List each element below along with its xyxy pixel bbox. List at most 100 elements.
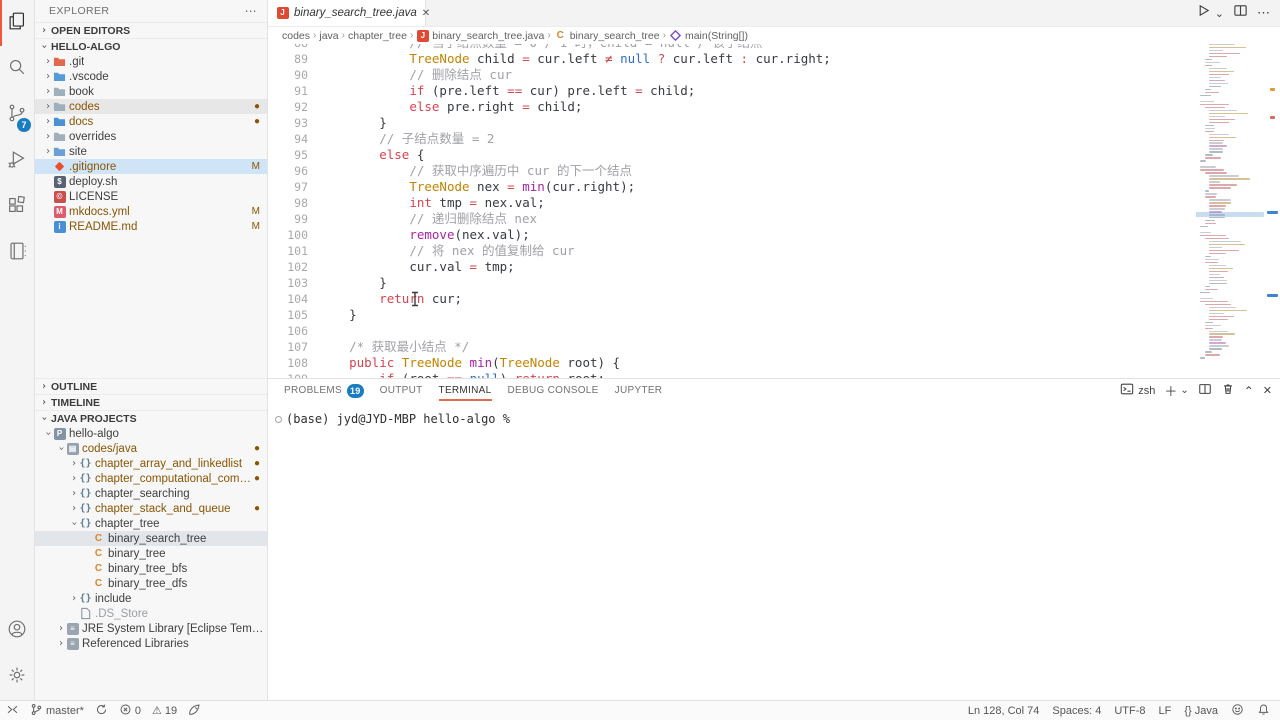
minimap-line bbox=[1209, 116, 1225, 117]
close-icon[interactable]: ✕ bbox=[422, 8, 430, 19]
chevron-right-icon: › bbox=[43, 146, 53, 157]
file-README.md[interactable]: iREADME.mdM bbox=[35, 219, 267, 234]
overview-ruler[interactable] bbox=[1264, 0, 1280, 378]
minimap-line bbox=[1205, 322, 1214, 323]
section-timeline[interactable]: ›TIMELINE bbox=[35, 394, 267, 410]
kill-terminal-icon[interactable] bbox=[1221, 382, 1235, 399]
tab-title: binary_search_tree.java bbox=[294, 7, 417, 19]
section-outline[interactable]: ›OUTLINE bbox=[35, 378, 267, 394]
java-launch[interactable] bbox=[188, 701, 201, 720]
java-hello-algo[interactable]: ›Phello-algo bbox=[35, 426, 267, 441]
encoding[interactable]: UTF-8 bbox=[1114, 701, 1145, 720]
terminal-dropdown-icon[interactable]: ⌄ bbox=[1180, 385, 1188, 396]
close-panel-icon[interactable]: ✕ bbox=[1263, 384, 1272, 397]
line-number: 95 bbox=[268, 147, 308, 163]
vscode-window: 7 EXPLORER ⋯ › OPEN EDITORS › HELLO-ALGO… bbox=[0, 0, 1280, 720]
terminal-shell-selector[interactable]: zsh bbox=[1120, 382, 1155, 399]
activity-source-control[interactable]: 7 bbox=[0, 92, 34, 138]
panel-tab-problems[interactable]: PROBLEMS19 bbox=[284, 379, 364, 402]
minimap-line bbox=[1209, 86, 1221, 87]
java-binary_search_tree[interactable]: Cbinary_search_tree bbox=[35, 531, 267, 546]
java-chapter_computational_complexity[interactable]: ›{}chapter_computational_complexity● bbox=[35, 471, 267, 486]
open-editors-section[interactable]: › OPEN EDITORS bbox=[35, 22, 267, 38]
tab-binary-search-tree-java[interactable]: J binary_search_tree.java ✕ bbox=[268, 0, 426, 26]
language-mode[interactable]: {} Java bbox=[1184, 701, 1218, 720]
java-chapter_searching[interactable]: ›{}chapter_searching bbox=[35, 486, 267, 501]
code-editor[interactable]: 88 // 当子结点数量 = 0 / 1 时，child = null / 该子… bbox=[268, 44, 1194, 378]
run-dropdown-icon[interactable]: ⌄ bbox=[1215, 7, 1224, 20]
java-binary_tree_bfs[interactable]: Cbinary_tree_bfs bbox=[35, 561, 267, 576]
breadcrumb-item-binary_search_tree.java[interactable]: Jbinary_search_tree.java bbox=[416, 29, 544, 42]
java-include[interactable]: ›{}include bbox=[35, 591, 267, 606]
java-chapter_stack_and_queue[interactable]: ›{}chapter_stack_and_queue● bbox=[35, 501, 267, 516]
minimap-line bbox=[1205, 154, 1214, 155]
java-binary_tree_dfs[interactable]: Cbinary_tree_dfs bbox=[35, 576, 267, 591]
file-.gitignore[interactable]: .gitignoreM bbox=[35, 159, 267, 174]
panel-tab-output[interactable]: OUTPUT bbox=[380, 379, 423, 402]
remote-indicator[interactable] bbox=[6, 701, 19, 720]
sync-status[interactable] bbox=[95, 701, 108, 720]
section-java-projects[interactable]: ›JAVA PROJECTS bbox=[35, 410, 267, 426]
feedback[interactable] bbox=[1231, 701, 1244, 720]
activity-account[interactable] bbox=[0, 608, 34, 654]
problems-errors[interactable]: 0 bbox=[119, 701, 141, 720]
breadcrumb-item-codes[interactable]: codes bbox=[282, 30, 310, 42]
java-Referenced-Libraries[interactable]: ›≡Referenced Libraries bbox=[35, 636, 267, 651]
terminal-icon bbox=[1120, 382, 1134, 399]
file-docs[interactable]: ›docs● bbox=[35, 114, 267, 129]
file-.vscode[interactable]: ›.vscode bbox=[35, 69, 267, 84]
file-book[interactable]: ›book bbox=[35, 84, 267, 99]
java-.DS_Store[interactable]: .DS_Store bbox=[35, 606, 267, 621]
file-overrides[interactable]: ›overrides bbox=[35, 129, 267, 144]
branch-status[interactable]: master* bbox=[30, 701, 84, 720]
panel-tab-terminal[interactable]: TERMINAL bbox=[439, 379, 492, 402]
breadcrumb-item-chapter_tree[interactable]: chapter_tree bbox=[348, 30, 407, 42]
minimap[interactable] bbox=[1196, 44, 1264, 374]
panel-tab-jupyter[interactable]: JUPYTER bbox=[615, 379, 663, 402]
new-terminal-icon[interactable]: ＋ bbox=[1164, 381, 1177, 400]
braces-icon: {} bbox=[79, 457, 92, 470]
workspace-root-section[interactable]: › HELLO-ALGO bbox=[35, 38, 267, 54]
maximize-panel-icon[interactable]: ⌃ bbox=[1244, 384, 1254, 398]
chevron-right-icon: › bbox=[56, 638, 66, 649]
line-number: 94 bbox=[268, 131, 308, 147]
breadcrumb-item-java[interactable]: java bbox=[319, 30, 338, 42]
java-chapter_tree[interactable]: ›{}chapter_tree bbox=[35, 516, 267, 531]
minimap-line bbox=[1200, 292, 1210, 293]
panel-tab-debug-console[interactable]: DEBUG CONSOLE bbox=[508, 379, 599, 402]
chevron-down-icon: › bbox=[43, 429, 54, 439]
minimap-line bbox=[1205, 351, 1213, 352]
more-actions-icon[interactable]: ⋯ bbox=[245, 4, 257, 18]
file-site[interactable]: ›site bbox=[35, 144, 267, 159]
file-codes[interactable]: ›codes● bbox=[35, 99, 267, 114]
minimap-line bbox=[1200, 301, 1228, 302]
activity-explorer[interactable] bbox=[0, 0, 34, 46]
file-.git[interactable]: ›.git bbox=[35, 54, 267, 69]
file-mkdocs.yml[interactable]: Mmkdocs.ymlM bbox=[35, 204, 267, 219]
java-chapter_array_and_linkedlist[interactable]: ›{}chapter_array_and_linkedlist● bbox=[35, 456, 267, 471]
file-LICENSE[interactable]: ©LICENSE bbox=[35, 189, 267, 204]
activity-settings[interactable] bbox=[0, 654, 34, 700]
java-codes-java[interactable]: ›▤codes/java● bbox=[35, 441, 267, 456]
terminal-content[interactable]: (base) jyd@JYD-MBP hello-algo % bbox=[268, 402, 1280, 700]
indentation[interactable]: Spaces: 4 bbox=[1052, 701, 1101, 720]
activity-run-debug[interactable] bbox=[0, 138, 34, 184]
problems-warnings[interactable]: ⚠19 bbox=[152, 701, 177, 720]
run-icon[interactable] bbox=[1196, 3, 1211, 23]
notifications[interactable] bbox=[1257, 701, 1270, 720]
chevron-right-icon: › bbox=[43, 86, 53, 97]
activity-extensions[interactable] bbox=[0, 184, 34, 230]
file-deploy.sh[interactable]: $deploy.sh bbox=[35, 174, 267, 189]
minimap-line bbox=[1200, 101, 1214, 102]
cursor-position[interactable]: Ln 128, Col 74 bbox=[968, 701, 1040, 720]
eol[interactable]: LF bbox=[1159, 701, 1172, 720]
java-JRE-System-Library--Eclipse-Temurin-17--17...[interactable]: ›≡JRE System Library [Eclipse Temurin 17… bbox=[35, 621, 267, 636]
split-editor-icon[interactable] bbox=[1233, 3, 1248, 23]
split-terminal-icon[interactable] bbox=[1198, 382, 1212, 399]
breadcrumb-item-main-String---[interactable]: main(String[]) bbox=[669, 29, 748, 42]
activity-search[interactable] bbox=[0, 46, 34, 92]
java-binary_tree[interactable]: Cbinary_tree bbox=[35, 546, 267, 561]
activity-notebook[interactable] bbox=[0, 230, 34, 276]
breadcrumb-item-binary_search_tree[interactable]: Cbinary_search_tree bbox=[554, 29, 660, 42]
line-number: 101 bbox=[268, 243, 308, 259]
